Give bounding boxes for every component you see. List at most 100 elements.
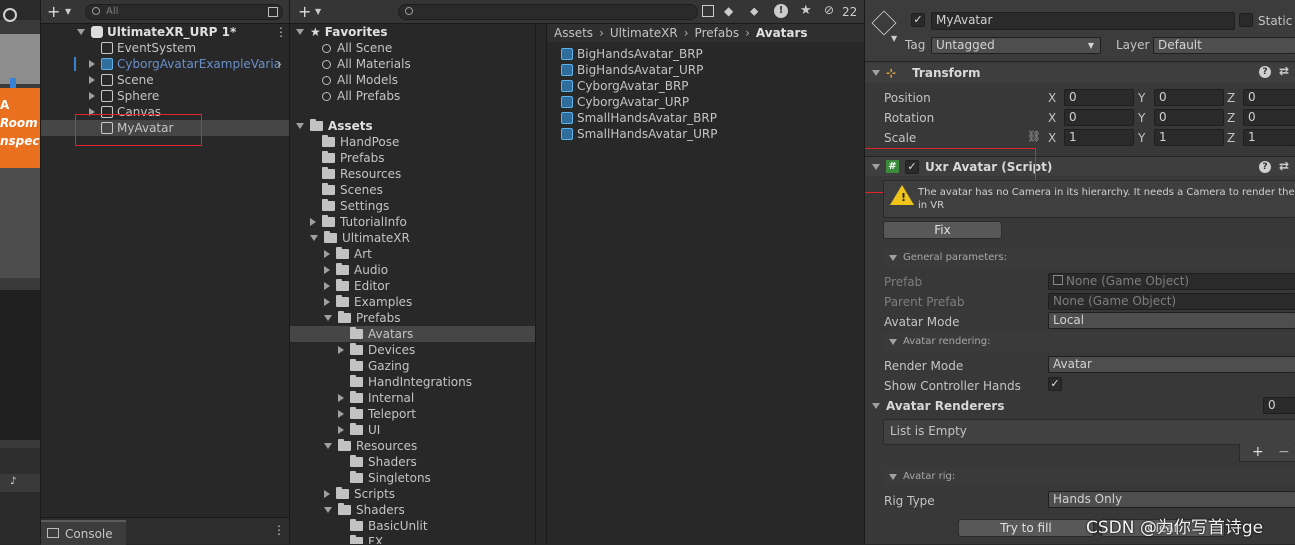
tag-icon[interactable]: ⬥ <box>750 4 758 19</box>
try-to-fill-button[interactable]: Try to fill <box>958 519 1094 537</box>
scene-view[interactable]: A Room nspec ♪ <box>0 0 40 544</box>
rig-type-dropdown[interactable]: Hands Only <box>1048 491 1295 508</box>
folder-item[interactable]: Prefabs <box>290 150 535 166</box>
folder-item[interactable]: Assets <box>290 118 535 134</box>
hierarchy-root[interactable]: UltimateXR_URP 1* ⋮ <box>41 24 290 40</box>
hierarchy-item[interactable]: EventSystem <box>41 40 290 56</box>
breadcrumb-item[interactable]: Avatars <box>756 26 808 40</box>
gameobject-name-field[interactable]: MyAvatar <box>931 12 1235 30</box>
project-add-icon[interactable]: + <box>298 2 311 21</box>
gameobject-icon-dropdown[interactable]: ▼ <box>891 34 897 43</box>
expand-arrow-icon[interactable] <box>338 426 344 434</box>
renderers-count-field[interactable]: 0 <box>1263 397 1295 414</box>
console-more-icon[interactable]: ⋮ <box>273 523 285 537</box>
prefab-file-item[interactable]: BigHandsAvatar_URP <box>561 62 718 78</box>
folder-item[interactable]: HandIntegrations <box>290 374 535 390</box>
transform-header[interactable]: ⊹ Transform ? ⇄ <box>865 63 1295 83</box>
prefab-file-item[interactable]: SmallHandsAvatar_URP <box>561 126 718 142</box>
folder-item[interactable]: Audio <box>290 262 535 278</box>
static-checkbox[interactable] <box>1239 13 1253 27</box>
favorite-item[interactable]: All Materials <box>290 56 535 72</box>
folder-item[interactable]: Resources <box>290 438 535 454</box>
transform-z-field[interactable]: 0 <box>1243 89 1295 106</box>
folder-item[interactable]: Avatars <box>290 326 535 342</box>
info-icon[interactable]: ! <box>774 4 788 18</box>
transform-x-field[interactable]: 0 <box>1064 109 1134 126</box>
scale-link-icon[interactable]: ⛓ <box>1027 130 1041 143</box>
rig-arrow-icon[interactable] <box>889 473 897 480</box>
expand-arrow-icon[interactable] <box>324 250 330 258</box>
folder-item[interactable]: FX <box>290 534 535 544</box>
folder-item[interactable]: Art <box>290 246 535 262</box>
folder-item[interactable]: Singletons <box>290 470 535 486</box>
renderers-arrow-icon[interactable] <box>872 403 880 409</box>
script-settings-icon[interactable]: ⇄ <box>1279 159 1289 173</box>
avatar-renderers-header[interactable]: Avatar Renderers <box>865 397 1295 415</box>
avatar-rig-header[interactable]: Avatar rig: <box>883 467 1295 486</box>
folder-item[interactable]: Settings <box>290 198 535 214</box>
expand-arrow-icon[interactable] <box>324 443 332 449</box>
hidden-eye-icon[interactable]: ⊘ <box>824 3 834 17</box>
search-by-type-icon[interactable] <box>702 5 714 17</box>
expand-arrow-icon[interactable] <box>324 490 330 498</box>
favorite-item[interactable]: All Prefabs <box>290 88 535 104</box>
expand-arrow-icon[interactable] <box>77 29 85 35</box>
breadcrumb-item[interactable]: UltimateXR <box>610 26 678 40</box>
expand-arrow-icon[interactable] <box>324 282 330 290</box>
render-mode-dropdown[interactable]: Avatar <box>1048 356 1295 373</box>
transform-z-field[interactable]: 1 <box>1243 129 1295 146</box>
prefab-file-item[interactable]: CyborgAvatar_URP <box>561 94 718 110</box>
expand-arrow-icon[interactable] <box>296 123 304 129</box>
breadcrumb-item[interactable]: Prefabs <box>695 26 740 40</box>
transform-help-icon[interactable]: ? <box>1259 66 1271 78</box>
expand-arrow-icon[interactable] <box>89 60 95 68</box>
hierarchy-item[interactable]: Scene <box>41 72 290 88</box>
expand-arrow-icon[interactable] <box>324 315 332 321</box>
hierarchy-search-input[interactable]: All <box>85 4 283 20</box>
dropdown-arrow-icon[interactable]: ▼ <box>65 7 71 16</box>
expand-arrow-icon[interactable] <box>324 266 330 274</box>
project-search-input[interactable] <box>398 4 698 20</box>
folder-item[interactable]: Editor <box>290 278 535 294</box>
breadcrumb-item[interactable]: Assets <box>554 26 593 40</box>
parent-prefab-field[interactable]: None (Game Object) <box>1048 293 1295 310</box>
folder-item[interactable]: UltimateXR <box>290 230 535 246</box>
transform-arrow-icon[interactable] <box>872 70 880 76</box>
prefab-file-item[interactable]: CyborgAvatar_BRP <box>561 78 718 94</box>
folder-item[interactable]: Scripts <box>290 486 535 502</box>
folder-item[interactable]: Resources <box>290 166 535 182</box>
expand-arrow-icon[interactable] <box>338 346 344 354</box>
avatar-rendering-header[interactable]: Avatar rendering: <box>883 332 1295 351</box>
folder-item[interactable]: Scenes <box>290 182 535 198</box>
prefab-field[interactable]: None (Game Object) <box>1048 273 1295 290</box>
project-dropdown-icon[interactable]: ▼ <box>315 7 321 16</box>
favorite-star-icon[interactable]: ★ <box>800 3 812 18</box>
expand-arrow-icon[interactable] <box>324 507 332 513</box>
expand-arrow-icon[interactable] <box>324 298 330 306</box>
audio-icon[interactable]: ♪ <box>10 476 22 487</box>
folder-item[interactable]: Examples <box>290 294 535 310</box>
search-filter-icon[interactable] <box>268 7 278 17</box>
avatar-mode-dropdown[interactable]: Local <box>1048 312 1295 329</box>
list-add-icon[interactable]: + <box>1252 444 1264 460</box>
prefab-file-item[interactable]: SmallHandsAvatar_BRP <box>561 110 718 126</box>
folder-item[interactable]: HandPose <box>290 134 535 150</box>
hierarchy-item[interactable]: Sphere <box>41 88 290 104</box>
folder-item[interactable]: Gazing <box>290 358 535 374</box>
general-arrow-icon[interactable] <box>889 254 897 261</box>
tag-dropdown[interactable]: Untagged ▼ <box>931 37 1101 54</box>
folder-item[interactable]: Internal <box>290 390 535 406</box>
expand-arrow-icon[interactable] <box>338 410 344 418</box>
expand-arrow-icon[interactable] <box>310 218 316 226</box>
script-help-icon[interactable]: ? <box>1259 161 1271 173</box>
scene-gizmo-icon[interactable] <box>3 8 17 22</box>
favorite-item[interactable]: All Scene <box>290 40 535 56</box>
layer-dropdown[interactable]: Default <box>1153 37 1295 54</box>
transform-y-field[interactable]: 1 <box>1154 129 1224 146</box>
chevron-right-icon[interactable]: › <box>277 57 282 71</box>
favorites-header[interactable]: ★ Favorites <box>290 24 535 40</box>
general-parameters-header[interactable]: General parameters: <box>883 248 1295 267</box>
favorite-item[interactable]: All Models <box>290 72 535 88</box>
show-controller-hands-checkbox[interactable]: ✓ <box>1048 377 1062 391</box>
folder-item[interactable]: BasicUnlit <box>290 518 535 534</box>
